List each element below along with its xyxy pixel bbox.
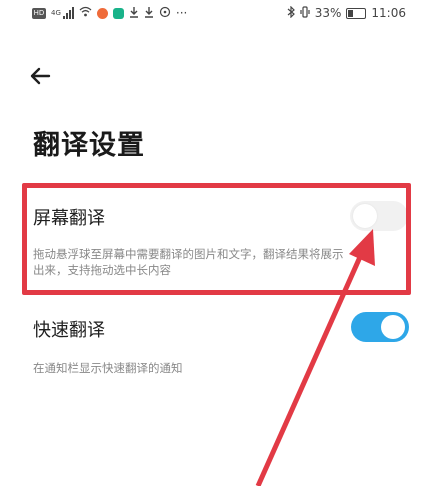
setting-description: 拖动悬浮球至屏幕中需要翻译的图片和文字，翻译结果将展示出来，支持拖动选中长内容 xyxy=(33,247,344,277)
setting-description: 在通知栏显示快速翻译的通知 xyxy=(33,361,183,375)
app-notification-icon-2 xyxy=(112,7,124,19)
status-bar: HD 4G ··· 33% 11:06 xyxy=(0,0,434,26)
network-type: 4G xyxy=(51,9,61,17)
location-icon xyxy=(159,6,171,21)
battery-icon xyxy=(346,7,367,19)
signal-icon xyxy=(62,7,74,19)
wifi-icon xyxy=(79,6,92,20)
more-icon: ··· xyxy=(175,6,188,20)
download-icon xyxy=(129,6,139,21)
download-icon-2 xyxy=(144,6,154,21)
clock: 11:06 xyxy=(371,6,406,20)
bluetooth-icon xyxy=(287,5,295,21)
quick-translate-toggle[interactable] xyxy=(351,312,409,342)
vibrate-icon xyxy=(300,5,310,21)
page-title: 翻译设置 xyxy=(33,130,145,161)
back-arrow-icon xyxy=(30,67,51,85)
status-left: HD 4G ··· xyxy=(32,6,187,21)
hd-badge: HD xyxy=(32,7,46,19)
screen-translate-toggle[interactable] xyxy=(350,201,408,231)
status-right: 33% 11:06 xyxy=(287,5,406,21)
toggle-knob xyxy=(381,315,405,339)
app-notification-icon xyxy=(96,7,108,19)
toggle-knob xyxy=(353,204,377,228)
back-button[interactable] xyxy=(26,64,54,88)
battery-percent: 33% xyxy=(314,6,342,20)
